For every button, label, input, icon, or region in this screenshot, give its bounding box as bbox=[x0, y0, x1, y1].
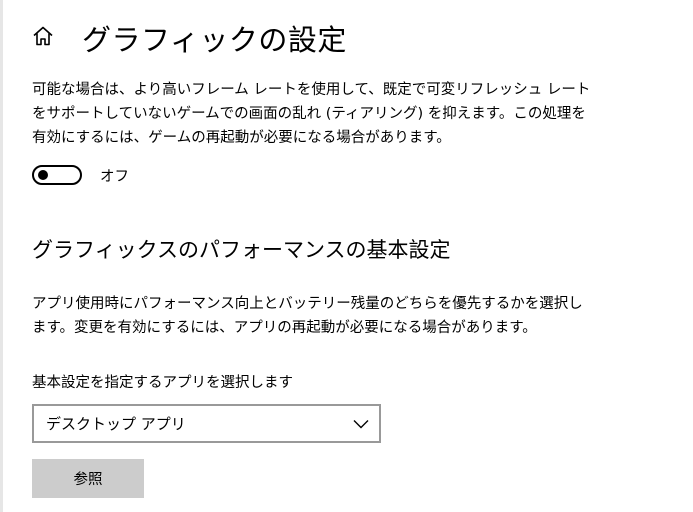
vrr-toggle-switch[interactable] bbox=[32, 165, 82, 185]
vrr-description: 可能な場合は、より高いフレーム レートを使用して、既定で可変リフレッシュ レート… bbox=[32, 82, 591, 146]
page-header: グラフィックの設定 bbox=[30, 16, 347, 60]
toggle-knob bbox=[38, 170, 48, 180]
vrr-toggle-row: オフ bbox=[32, 163, 129, 187]
browse-button[interactable]: 参照 bbox=[32, 459, 144, 498]
home-icon bbox=[31, 24, 55, 52]
section-title-performance: グラフィックスのパフォーマンスの基本設定 bbox=[32, 238, 451, 262]
home-button[interactable] bbox=[30, 25, 56, 51]
window-edge bbox=[0, 0, 3, 512]
performance-description: アプリ使用時にパフォーマンス向上とバッテリー残量のどちらを優先するかを選択します… bbox=[32, 296, 583, 336]
vrr-toggle-state: オフ bbox=[100, 168, 129, 185]
app-select-label: 基本設定を指定するアプリを選択します bbox=[32, 375, 293, 391]
app-type-dropdown[interactable]: デスクトップ アプリ bbox=[32, 404, 381, 443]
chevron-down-icon bbox=[353, 419, 369, 429]
page-title: グラフィックの設定 bbox=[82, 23, 347, 57]
app-type-selected-value: デスクトップ アプリ bbox=[46, 415, 186, 433]
